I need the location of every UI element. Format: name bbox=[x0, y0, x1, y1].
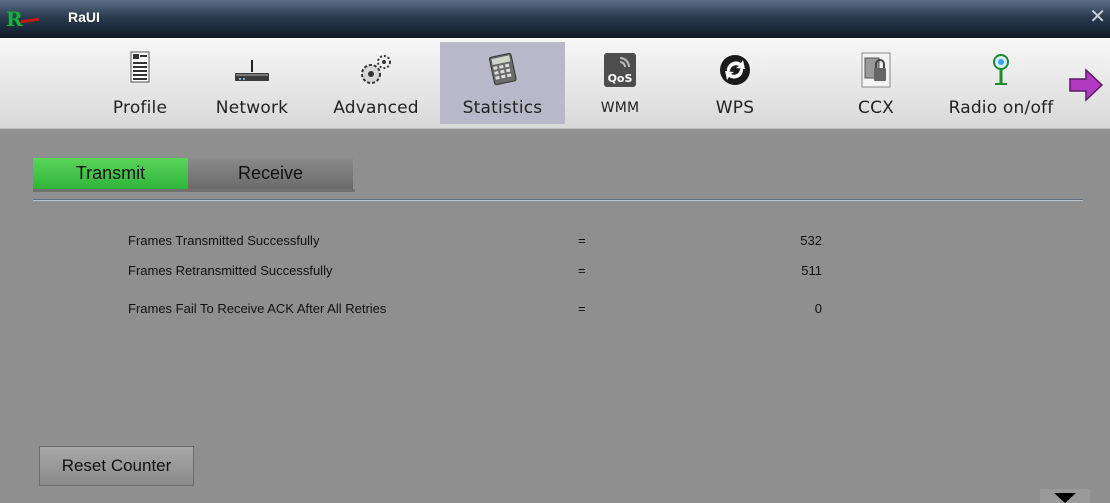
toolbar-label-network: Network bbox=[215, 98, 289, 118]
section-divider-highlight bbox=[33, 200, 1083, 201]
toolbar-label-wps: WPS bbox=[715, 98, 755, 118]
toolbar-label-statistics: Statistics bbox=[462, 98, 543, 118]
title-bar[interactable]: R RaUI ✕ bbox=[0, 0, 1110, 38]
ralink-logo-icon: R bbox=[6, 6, 40, 32]
network-icon bbox=[235, 60, 269, 81]
profile-icon bbox=[130, 51, 150, 83]
scroll-down-button[interactable] bbox=[1040, 489, 1090, 503]
ccx-icon bbox=[861, 52, 891, 88]
toolbar-item-statistics[interactable]: Statistics bbox=[440, 42, 565, 124]
tab-transmit[interactable]: Transmit bbox=[33, 158, 188, 189]
toolbar-label-advanced: Advanced bbox=[333, 98, 419, 118]
statistics-icon bbox=[488, 52, 517, 86]
radio-icon bbox=[993, 54, 1009, 85]
toolbar-label-profile: Profile bbox=[112, 98, 168, 118]
stat-equals: = bbox=[578, 263, 586, 278]
toolbar-item-ccx[interactable]: CCX bbox=[826, 42, 926, 124]
main-toolbar: Profile Network Advanced Statistics QoS … bbox=[0, 38, 1110, 129]
raui-window: R RaUI ✕ Profile Network Advanced Statis… bbox=[0, 0, 1110, 503]
toolbar-item-network[interactable]: Network bbox=[197, 42, 307, 124]
toolbar-item-radio[interactable]: Radio on/off bbox=[936, 42, 1066, 124]
statistics-tabs: Transmit Receive bbox=[33, 158, 355, 192]
tab-receive[interactable]: Receive bbox=[188, 158, 353, 189]
window-title: RaUI bbox=[68, 9, 100, 25]
toolbar-item-wmm[interactable]: QoS WMM bbox=[570, 42, 670, 124]
chevron-down-icon bbox=[1054, 493, 1076, 503]
wmm-qos-icon: QoS bbox=[604, 53, 636, 87]
stat-equals: = bbox=[578, 233, 586, 248]
tab-underline bbox=[33, 189, 355, 192]
stat-value: 0 bbox=[814, 301, 822, 316]
close-icon[interactable]: ✕ bbox=[1089, 6, 1106, 26]
advanced-icon bbox=[361, 55, 391, 84]
toolbar-label-wmm: WMM bbox=[600, 100, 640, 116]
stat-label: Frames Retransmitted Successfully bbox=[128, 263, 333, 278]
toolbar-item-wps[interactable]: WPS bbox=[690, 42, 780, 124]
toolbar-label-radio: Radio on/off bbox=[948, 98, 1054, 118]
svg-text:QoS: QoS bbox=[608, 72, 633, 85]
stat-value: 532 bbox=[800, 233, 822, 248]
next-arrow-icon[interactable] bbox=[1068, 68, 1104, 102]
stat-equals: = bbox=[578, 301, 586, 316]
toolbar-item-profile[interactable]: Profile bbox=[85, 42, 195, 124]
stat-label: Frames Fail To Receive ACK After All Ret… bbox=[128, 301, 387, 316]
wps-icon bbox=[720, 55, 750, 85]
toolbar-label-ccx: CCX bbox=[858, 98, 894, 118]
stat-label: Frames Transmitted Successfully bbox=[128, 233, 320, 248]
toolbar-item-advanced[interactable]: Advanced bbox=[318, 42, 434, 124]
reset-counter-button[interactable]: Reset Counter bbox=[39, 446, 194, 486]
stat-value: 511 bbox=[801, 263, 822, 278]
